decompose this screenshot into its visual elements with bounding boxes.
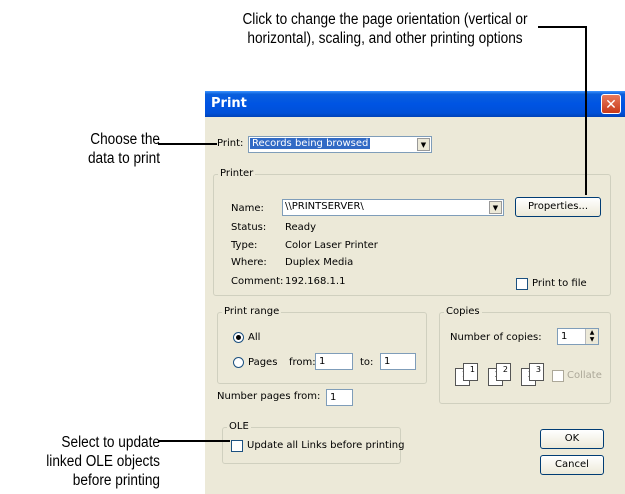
callout-leader-lines [158, 26, 587, 442]
